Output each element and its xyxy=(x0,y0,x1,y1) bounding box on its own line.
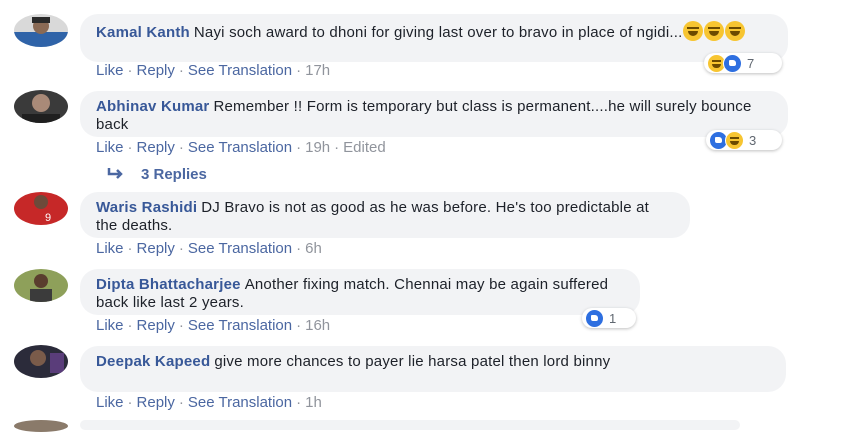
comment-author[interactable]: Abhinav Kumar xyxy=(96,98,209,115)
reply-link[interactable]: Reply xyxy=(137,240,175,257)
avatar[interactable] xyxy=(14,420,68,432)
comment-text: give more chances to payer lie harsa pat… xyxy=(214,353,611,370)
comment-bubble: Kamal Kanth Nayi soch award to dhoni for … xyxy=(80,14,788,62)
like-reaction-icon xyxy=(723,53,742,73)
laughing-emoji-icon xyxy=(704,21,725,41)
comment-actions: Like · Reply · See Translation · 6h xyxy=(96,240,322,257)
reply-link[interactable]: Reply xyxy=(137,62,175,79)
comment-author[interactable]: Waris Rashidi xyxy=(96,199,197,216)
reply-link[interactable]: Reply xyxy=(137,394,175,411)
comment-actions: Like · Reply · See Translation · 1h xyxy=(96,394,322,411)
reaction-count: 3 xyxy=(749,132,757,148)
like-link[interactable]: Like xyxy=(96,240,124,257)
reaction-summary[interactable]: 3 xyxy=(706,130,782,150)
see-translation-link[interactable]: See Translation xyxy=(188,317,292,334)
like-link[interactable]: Like xyxy=(96,394,124,411)
comment-timestamp[interactable]: 1h xyxy=(305,394,322,411)
like-link[interactable]: Like xyxy=(96,62,124,79)
comment-bubble xyxy=(80,420,740,430)
avatar[interactable]: 9 xyxy=(14,192,68,225)
see-translation-link[interactable]: See Translation xyxy=(188,394,292,411)
comment-bubble: Abhinav Kumar Remember !! Form is tempora… xyxy=(80,91,788,137)
replies-count-label[interactable]: 3 Replies xyxy=(141,166,207,183)
reply-link[interactable]: Reply xyxy=(137,139,175,156)
reaction-summary[interactable]: 1 xyxy=(582,308,636,328)
edited-label[interactable]: Edited xyxy=(343,139,386,156)
avatar[interactable] xyxy=(14,14,68,47)
like-link[interactable]: Like xyxy=(96,139,124,156)
avatar[interactable] xyxy=(14,345,68,378)
comment-timestamp[interactable]: 16h xyxy=(305,317,330,334)
reaction-count: 7 xyxy=(747,55,755,71)
comment-author[interactable]: Kamal Kanth xyxy=(96,24,190,41)
comment-actions: Like · Reply · See Translation · 19h · Edited xyxy=(96,139,386,156)
comment-text: Nayi soch award to dhoni for giving last… xyxy=(193,24,683,41)
laughing-emoji-icon xyxy=(683,21,704,41)
haha-reaction-icon xyxy=(725,130,744,150)
reaction-count: 1 xyxy=(609,310,617,326)
comment-author[interactable]: Deepak Kapeed xyxy=(96,353,210,370)
comment-actions: Like · Reply · See Translation · 17h xyxy=(96,62,331,79)
see-translation-link[interactable]: See Translation xyxy=(188,139,292,156)
comment-timestamp[interactable]: 17h xyxy=(305,62,330,79)
laughing-emoji-icon xyxy=(725,21,746,41)
comment-bubble: Deepak Kapeed give more chances to payer … xyxy=(80,346,786,392)
see-translation-link[interactable]: See Translation xyxy=(188,240,292,257)
like-reaction-icon xyxy=(585,308,604,328)
comment-author[interactable]: Dipta Bhattacharjee xyxy=(96,276,241,293)
view-replies-link[interactable]: 3 Replies xyxy=(107,166,207,184)
comment-timestamp[interactable]: 19h xyxy=(305,139,330,156)
reaction-summary[interactable]: 7 xyxy=(704,53,782,73)
comment-timestamp[interactable]: 6h xyxy=(305,240,322,257)
like-link[interactable]: Like xyxy=(96,317,124,334)
reply-link[interactable]: Reply xyxy=(137,317,175,334)
svg-text:9: 9 xyxy=(45,212,51,224)
avatar[interactable] xyxy=(14,90,68,123)
comment-bubble: Waris Rashidi DJ Bravo is not as good as … xyxy=(80,192,690,238)
comment-actions: Like · Reply · See Translation · 16h xyxy=(96,317,331,334)
comment-bubble: Dipta Bhattacharjee Another fixing match.… xyxy=(80,269,640,315)
reply-arrow-icon xyxy=(107,166,123,184)
see-translation-link[interactable]: See Translation xyxy=(188,62,292,79)
avatar[interactable] xyxy=(14,269,68,302)
